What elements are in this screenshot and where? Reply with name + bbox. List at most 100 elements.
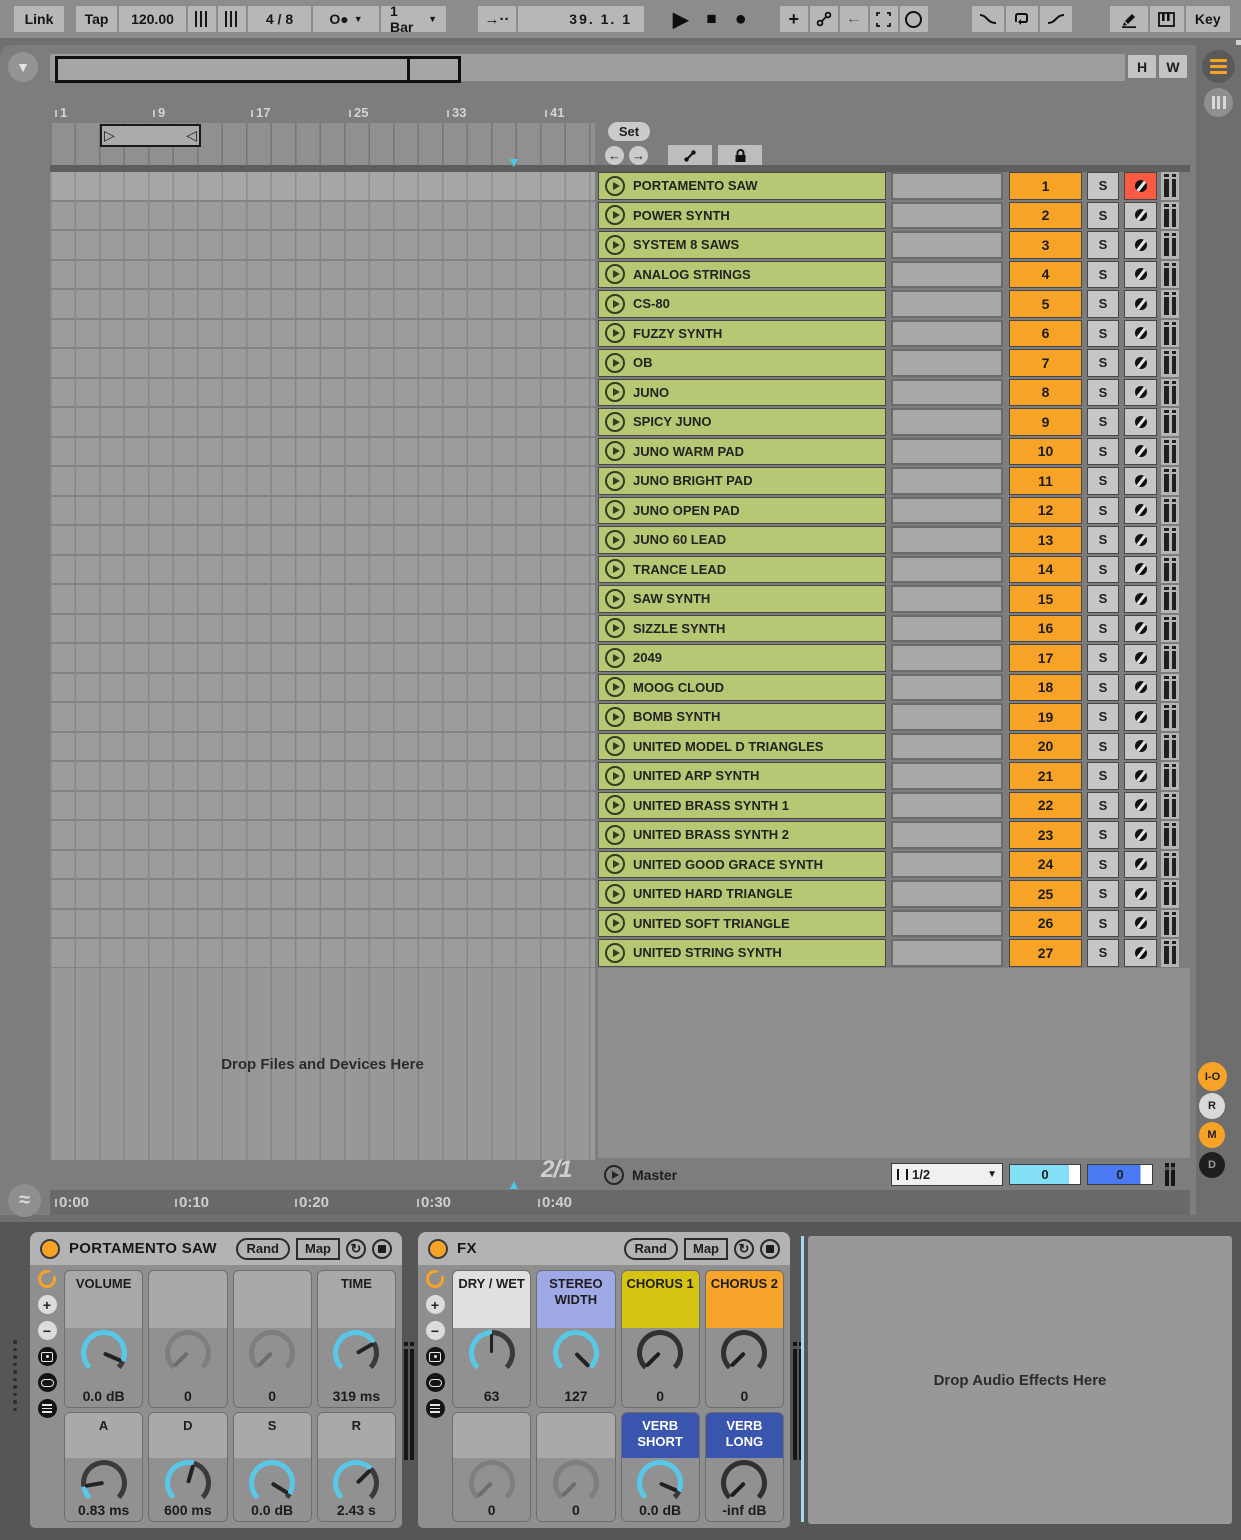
track-number-box[interactable]: 22 (1009, 792, 1082, 820)
macro-cell[interactable]: DRY / WET63 (452, 1270, 531, 1408)
add-macro-button[interactable]: + (38, 1295, 57, 1314)
track-name-cell[interactable]: UNITED ARP SYNTH (598, 762, 886, 790)
solo-button[interactable]: S (1087, 172, 1119, 200)
returns-toggle-button[interactable]: R (1199, 1093, 1225, 1119)
macro-cell[interactable]: 0 (148, 1270, 227, 1408)
solo-button[interactable]: S (1087, 290, 1119, 318)
arrangement-lane[interactable] (50, 644, 595, 674)
track-header-row[interactable]: CS-80 5 S (598, 290, 1190, 318)
track-number-box[interactable]: 19 (1009, 703, 1082, 731)
arm-button[interactable] (1124, 556, 1157, 584)
arrangement-lane[interactable] (50, 497, 595, 527)
master-play-icon[interactable] (604, 1165, 624, 1185)
track-header-row[interactable]: SIZZLE SYNTH 16 S (598, 615, 1190, 643)
track-number-box[interactable]: 9 (1009, 408, 1082, 436)
track-play-icon[interactable] (605, 412, 625, 432)
follow-button[interactable]: →·· (478, 6, 516, 32)
track-number-box[interactable]: 2 (1009, 202, 1082, 230)
remove-macro-button[interactable]: − (38, 1321, 57, 1340)
solo-button[interactable]: S (1087, 880, 1119, 908)
solo-button[interactable]: S (1087, 792, 1119, 820)
arm-button[interactable] (1124, 644, 1157, 672)
track-name-cell[interactable]: JUNO WARM PAD (598, 438, 886, 466)
arrangement-position-field[interactable]: 39. 1. 1 (518, 6, 644, 32)
variation-refresh-button[interactable]: ↻ (346, 1239, 366, 1259)
macro-knob[interactable] (553, 1330, 599, 1376)
macro-knob[interactable] (81, 1330, 127, 1376)
macro-knob[interactable] (469, 1460, 515, 1506)
arrangement-lane[interactable] (50, 349, 595, 379)
track-play-icon[interactable] (605, 382, 625, 402)
track-name-cell[interactable]: 2049 (598, 644, 886, 672)
arm-button[interactable] (1124, 261, 1157, 289)
track-name-cell[interactable]: TRANCE LEAD (598, 556, 886, 584)
arrangement-lane[interactable] (50, 290, 595, 320)
fade-button[interactable] (972, 6, 1004, 32)
track-io-box[interactable] (891, 615, 1003, 643)
hotswap-button[interactable] (426, 1373, 445, 1392)
track-number-box[interactable]: 17 (1009, 644, 1082, 672)
arrangement-lane[interactable] (50, 231, 595, 261)
track-io-box[interactable] (891, 585, 1003, 613)
tempo-field[interactable]: 120.00 (119, 6, 186, 32)
arrangement-lane[interactable] (50, 851, 595, 881)
re-enable-automation-button[interactable]: ← (840, 6, 868, 32)
track-play-icon[interactable] (605, 441, 625, 461)
macro-cell[interactable]: 0 (536, 1412, 615, 1522)
track-play-icon[interactable] (605, 294, 625, 314)
solo-button[interactable]: S (1087, 379, 1119, 407)
arrangement-lane[interactable] (50, 467, 595, 497)
track-play-icon[interactable] (605, 559, 625, 579)
track-header-row[interactable]: JUNO 8 S (598, 379, 1190, 407)
loop-brace[interactable]: ▷◁ (100, 124, 201, 147)
track-io-box[interactable] (891, 320, 1003, 348)
track-io-box[interactable] (891, 939, 1003, 967)
track-play-icon[interactable] (605, 176, 625, 196)
map-button[interactable]: Map (296, 1238, 340, 1260)
next-locator-button[interactable]: → (629, 146, 648, 165)
rand-button[interactable]: Rand (624, 1238, 679, 1260)
track-number-box[interactable]: 18 (1009, 674, 1082, 702)
track-number-box[interactable]: 6 (1009, 320, 1082, 348)
track-header-row[interactable]: JUNO 60 LEAD 13 S (598, 526, 1190, 554)
track-io-box[interactable] (891, 880, 1003, 908)
track-io-box[interactable] (891, 556, 1003, 584)
arm-button[interactable] (1124, 202, 1157, 230)
track-name-cell[interactable]: UNITED HARD TRIANGLE (598, 880, 886, 908)
device-title-bar[interactable]: PORTAMENTO SAW Rand Map ↻ (30, 1232, 402, 1265)
arrangement-lane[interactable] (50, 939, 595, 969)
macro-knob[interactable] (249, 1460, 295, 1506)
track-header-row[interactable]: POWER SYNTH 2 S (598, 202, 1190, 230)
audio-effects-drop-area[interactable]: Drop Audio Effects Here (808, 1236, 1232, 1524)
macro-cell[interactable]: TIME319 ms (317, 1270, 396, 1408)
arrangement-lane[interactable] (50, 733, 595, 763)
time-signature-field[interactable]: 4 / 8 (248, 6, 311, 32)
track-number-box[interactable]: 8 (1009, 379, 1082, 407)
track-number-box[interactable]: 12 (1009, 497, 1082, 525)
track-drop-area[interactable]: Drop Files and Devices Here (50, 968, 595, 1160)
arrangement-lane[interactable] (50, 172, 595, 202)
track-name-cell[interactable]: SPICY JUNO (598, 408, 886, 436)
track-header-row[interactable]: JUNO OPEN PAD 12 S (598, 497, 1190, 525)
track-io-box[interactable] (891, 467, 1003, 495)
arm-button[interactable] (1124, 762, 1157, 790)
show-list-button[interactable] (38, 1399, 57, 1418)
arm-button[interactable] (1124, 674, 1157, 702)
track-play-icon[interactable] (605, 913, 625, 933)
track-io-box[interactable] (891, 910, 1003, 938)
track-header-row[interactable]: UNITED MODEL D TRIANGLES 20 S (598, 733, 1190, 761)
macro-knob[interactable] (721, 1460, 767, 1506)
macro-knob[interactable] (637, 1330, 683, 1376)
draw-pencil-button[interactable] (1110, 6, 1148, 32)
solo-button[interactable]: S (1087, 644, 1119, 672)
arm-button[interactable] (1124, 172, 1157, 200)
io-toggle-button[interactable]: I-O (1198, 1062, 1227, 1091)
track-play-icon[interactable] (605, 323, 625, 343)
panel-drag-handle[interactable] (13, 1340, 17, 1411)
track-number-box[interactable]: 15 (1009, 585, 1082, 613)
arrangement-lane[interactable] (50, 438, 595, 468)
tap-tempo-button[interactable]: Tap (76, 6, 117, 32)
arm-button[interactable] (1124, 320, 1157, 348)
track-play-icon[interactable] (605, 677, 625, 697)
track-name-cell[interactable]: UNITED STRING SYNTH (598, 939, 886, 967)
